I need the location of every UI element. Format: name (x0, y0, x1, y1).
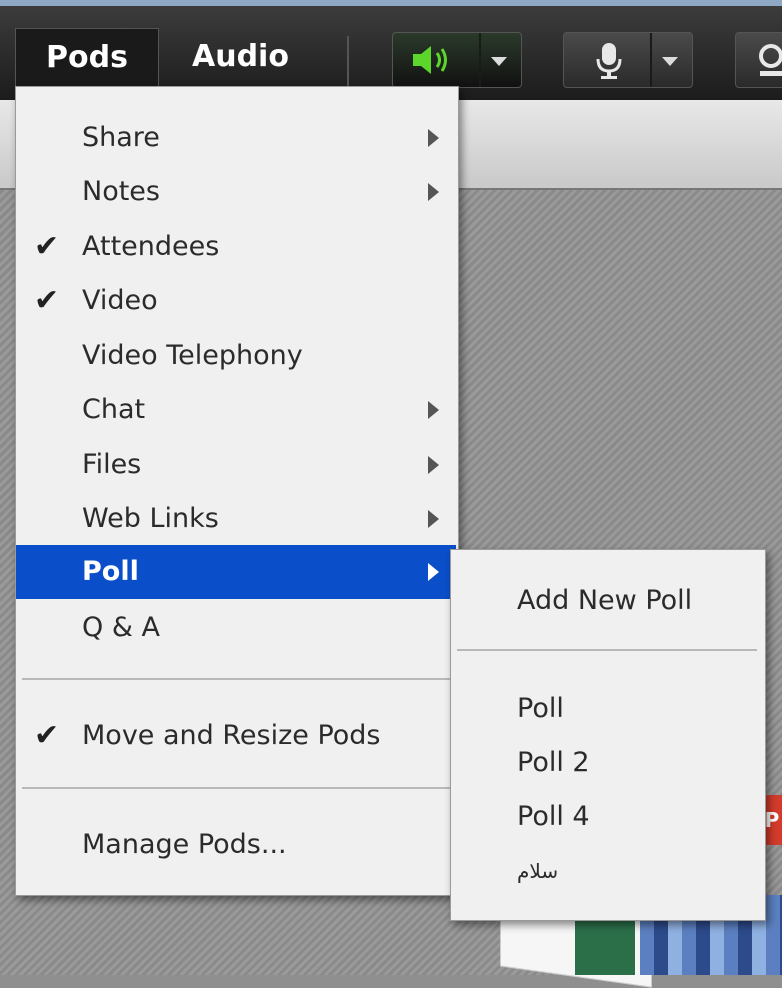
menu-item-label: Notes (82, 176, 160, 207)
menu-item-share[interactable]: Share (16, 111, 456, 165)
menu-item-label: Web Links (82, 503, 219, 534)
speaker-icon[interactable] (411, 43, 455, 81)
menu-item-label: Chat (82, 394, 146, 425)
speaker-control[interactable] (392, 32, 522, 88)
menu-item-video-telephony[interactable]: Video Telephony (16, 329, 456, 383)
split-divider (650, 33, 652, 87)
poll-item[interactable]: سلام (517, 844, 558, 898)
application-menubar: Pods Audio (0, 0, 782, 100)
menubar-divider (347, 36, 349, 86)
menu-item-label: Poll (82, 556, 139, 587)
menu-pods[interactable]: Pods (15, 28, 159, 86)
menu-divider (22, 678, 450, 680)
checkmark-icon: ✔ (34, 229, 60, 264)
menu-item-manage-pods[interactable]: Manage Pods... (16, 818, 456, 872)
microphone-icon[interactable] (594, 41, 624, 85)
menu-item-video[interactable]: ✔ Video (16, 274, 456, 328)
chevron-right-icon (428, 401, 439, 419)
poll-item[interactable]: Poll (517, 682, 564, 736)
menu-divider (22, 787, 450, 789)
menu-item-qa[interactable]: Q & A (16, 601, 456, 655)
chevron-right-icon (428, 563, 439, 581)
menu-item-chat[interactable]: Chat (16, 383, 456, 437)
menu-item-label: Move and Resize Pods (82, 720, 381, 751)
submenu-divider (457, 649, 757, 651)
checkmark-icon: ✔ (34, 283, 60, 318)
split-divider (479, 33, 481, 87)
menu-item-poll[interactable]: Poll (16, 545, 456, 599)
menu-item-move-resize-pods[interactable]: ✔ Move and Resize Pods (16, 709, 456, 763)
menu-item-notes[interactable]: Notes (16, 165, 456, 219)
menu-item-attendees[interactable]: ✔ Attendees (16, 220, 456, 274)
chevron-right-icon (428, 510, 439, 528)
camera-control[interactable] (735, 32, 782, 88)
menu-audio[interactable]: Audio (162, 28, 319, 86)
menu-item-files[interactable]: Files (16, 438, 456, 492)
menu-item-label: Manage Pods... (82, 829, 287, 860)
poll-item[interactable]: Poll 2 (517, 736, 590, 790)
chevron-right-icon (428, 183, 439, 201)
poll-item[interactable]: Poll 4 (517, 790, 590, 844)
chevron-down-icon[interactable] (491, 57, 507, 66)
menu-item-label: Share (82, 122, 160, 153)
microphone-control[interactable] (563, 32, 693, 88)
chevron-right-icon (428, 456, 439, 474)
webcam-icon[interactable] (756, 43, 782, 83)
menu-item-web-links[interactable]: Web Links (16, 492, 456, 546)
menu-item-label: Files (82, 449, 142, 480)
menu-item-label: Q & A (82, 612, 160, 643)
menu-item-label: Attendees (82, 231, 220, 262)
chevron-right-icon (428, 129, 439, 147)
chevron-down-icon[interactable] (662, 57, 678, 66)
film-thumbnail (575, 915, 635, 975)
menu-item-label: Video (82, 285, 158, 316)
poll-submenu: Add New Poll Poll Poll 2 Poll 4 سلام (450, 549, 766, 921)
add-new-poll-item[interactable]: Add New Poll (517, 574, 692, 628)
menu-item-label: Video Telephony (82, 340, 303, 371)
checkmark-icon: ✔ (34, 718, 60, 753)
pods-menu: Share Notes ✔ Attendees ✔ Video Video Te… (15, 86, 459, 896)
